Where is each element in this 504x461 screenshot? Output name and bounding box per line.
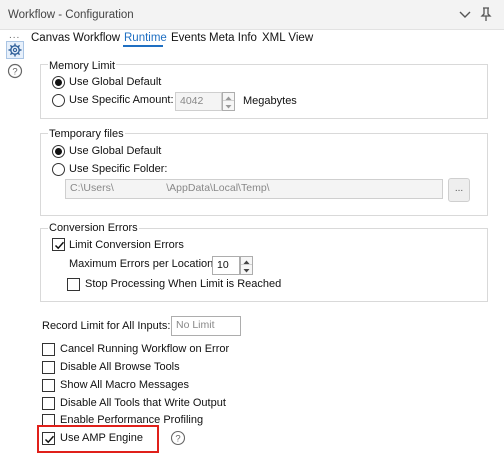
svg-text:?: ? [175,434,180,445]
more-dots[interactable]: ... [9,30,20,41]
temp-global-label: Use Global Default [69,145,162,157]
window-title: Workflow - Configuration [8,9,134,21]
workflow-configuration-panel: Workflow - Configuration ... ? Canvas Wo… [0,0,504,461]
svg-text:?: ? [12,67,17,78]
amp-help-icon[interactable]: ? [170,430,186,446]
highlight-box [37,425,159,453]
memory-unit-label: Megabytes [243,95,297,107]
memory-limit-group [40,64,488,119]
stepper-up-icon[interactable] [241,257,252,265]
memory-global-radio[interactable] [52,76,65,89]
disable-browse-checkbox[interactable] [42,361,55,374]
stepper-up-icon[interactable] [223,93,234,101]
disable-write-output-checkbox[interactable] [42,397,55,410]
disable-browse-label: Disable All Browse Tools [60,361,180,373]
tab-workflow[interactable]: Workflow [73,32,120,44]
cancel-on-error-label: Cancel Running Workflow on Error [60,343,230,355]
limit-errors-checkbox[interactable] [52,238,65,251]
tab-events[interactable]: Events [171,32,206,44]
stop-processing-label: Stop Processing When Limit is Reached [85,278,282,290]
show-macro-messages-checkbox[interactable] [42,379,55,392]
memory-specific-label: Use Specific Amount: [69,94,174,106]
record-limit-input[interactable]: No Limit [171,316,241,336]
title-bar: Workflow - Configuration [0,0,504,30]
record-limit-label: Record Limit for All Inputs: [42,320,171,332]
show-macro-messages-label: Show All Macro Messages [60,379,189,391]
disable-write-output-label: Disable All Tools that Write Output [60,397,226,409]
config-sidebar: ... ? [0,30,28,461]
tab-runtime[interactable]: Runtime [124,32,167,44]
tab-canvas[interactable]: Canvas [31,32,70,44]
temp-files-title: Temporary files [48,128,125,140]
memory-amount-stepper[interactable] [222,92,235,111]
pin-icon[interactable] [478,6,494,22]
temp-specific-radio[interactable] [52,163,65,176]
temp-folder-input[interactable]: C:\Users\ \AppData\Local\Temp\ [65,179,443,199]
memory-global-label: Use Global Default [69,76,162,88]
cancel-on-error-checkbox[interactable] [42,343,55,356]
temp-specific-label: Use Specific Folder: [69,163,168,175]
chevron-down-icon[interactable] [457,6,473,22]
active-tab-indicator [123,45,163,47]
max-errors-stepper[interactable] [240,256,253,275]
memory-limit-title: Memory Limit [48,60,117,72]
max-errors-label: Maximum Errors per Location: [69,258,217,270]
tab-xml-view[interactable]: XML View [262,32,313,44]
stepper-down-icon[interactable] [241,266,252,274]
stop-processing-checkbox[interactable] [67,278,80,291]
help-icon[interactable]: ? [7,63,23,79]
memory-specific-radio[interactable] [52,94,65,107]
conversion-errors-title: Conversion Errors [48,222,139,234]
gear-icon[interactable] [6,41,24,59]
limit-errors-label: Limit Conversion Errors [69,239,184,251]
max-errors-input[interactable]: 10 [212,256,240,275]
browse-folder-button[interactable]: ... [448,178,470,202]
temp-global-radio[interactable] [52,145,65,158]
stepper-down-icon[interactable] [223,102,234,110]
memory-amount-input[interactable]: 4042 [175,92,222,111]
tab-meta-info[interactable]: Meta Info [209,32,257,44]
